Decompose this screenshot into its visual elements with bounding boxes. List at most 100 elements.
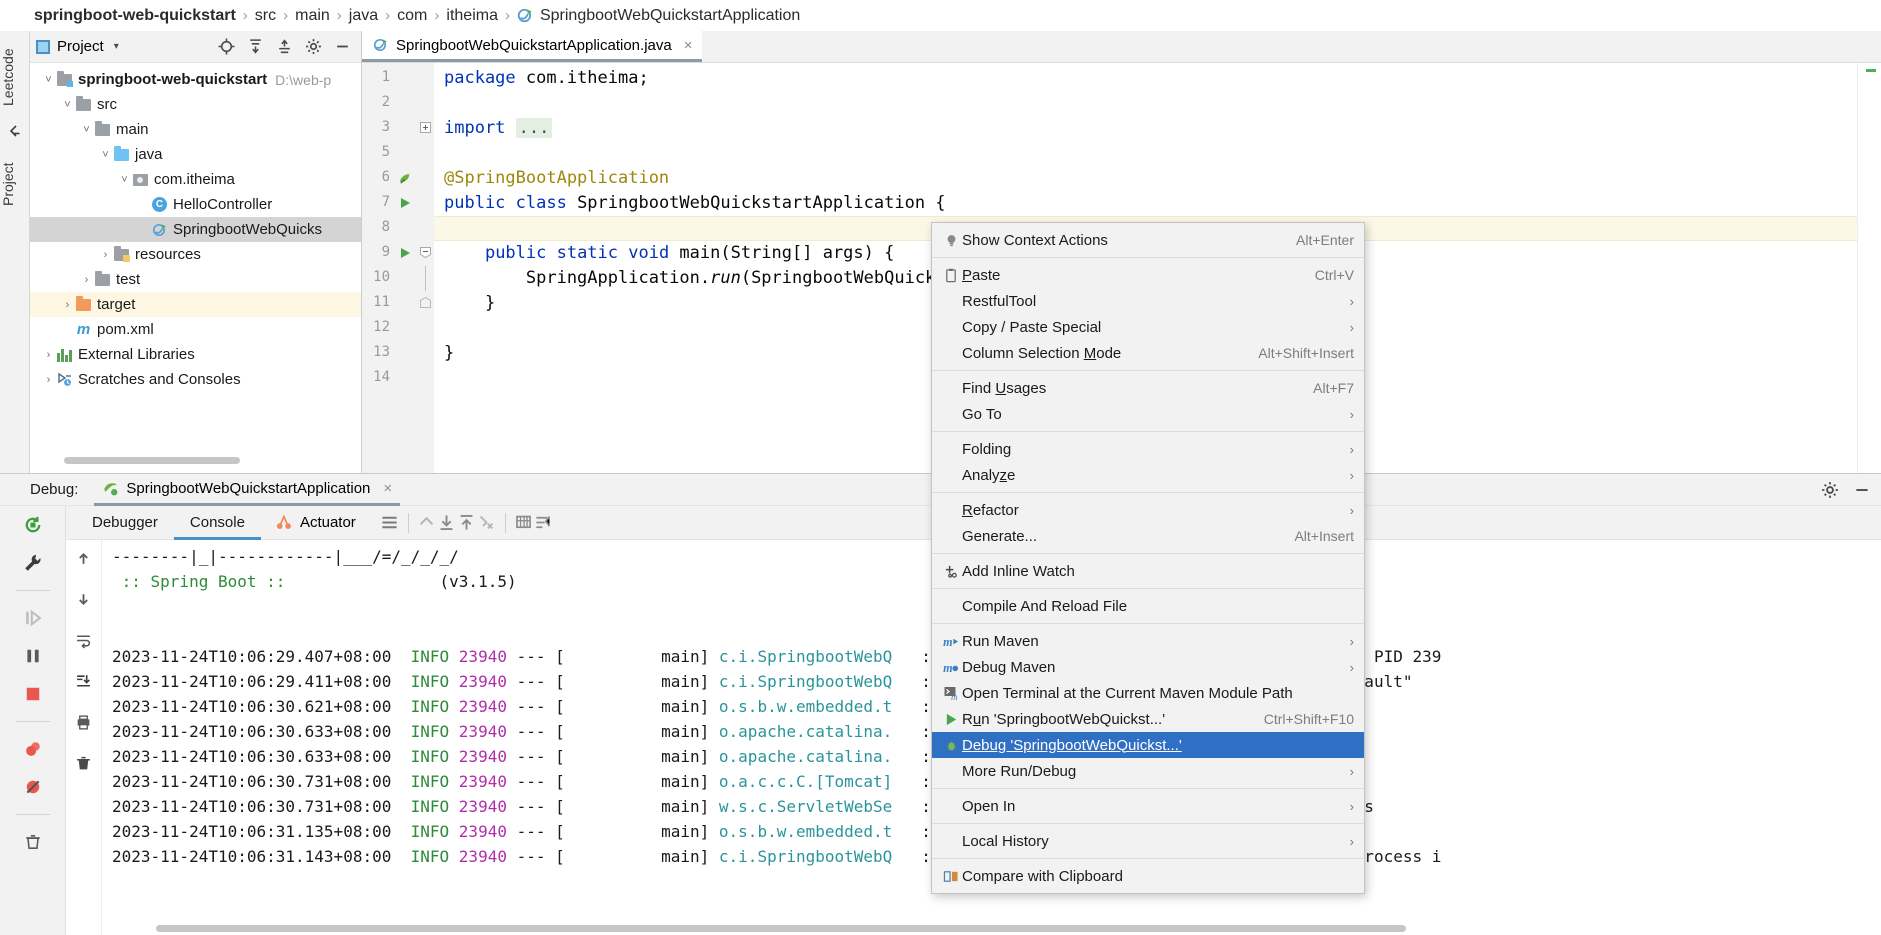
console-horizontal-scrollbar[interactable] [156, 925, 1406, 932]
menu-item[interactable]: RestfulTool › [932, 288, 1364, 314]
menu-item[interactable]: m Debug Maven › [932, 654, 1364, 680]
menu-item[interactable]: Column Selection Mode Alt+Shift+Insert [932, 340, 1364, 366]
menu-item[interactable]: Add Inline Watch [932, 558, 1364, 584]
project-tree-node[interactable]: ˅ com.itheima [30, 167, 361, 192]
close-icon[interactable]: × [383, 480, 392, 497]
resume-program-icon[interactable] [22, 607, 44, 629]
chevron-right-icon[interactable]: › [42, 374, 55, 386]
run-gutter-icon[interactable] [398, 246, 414, 262]
menu-item[interactable]: m Run Maven › [932, 628, 1364, 654]
breadcrumb-item-file[interactable]: SpringbootWebQuickstartApplication [517, 7, 800, 25]
chevron-right-icon[interactable]: › [99, 249, 112, 261]
project-tree-node[interactable]: › resources [30, 242, 361, 267]
view-breakpoints-icon[interactable] [22, 738, 44, 760]
menu-item[interactable]: Open In › [932, 793, 1364, 819]
rerun-icon[interactable] [22, 514, 44, 536]
gear-icon[interactable] [305, 38, 322, 55]
tab-console[interactable]: Console [173, 506, 261, 540]
menu-item[interactable]: Compare with Clipboard [932, 863, 1364, 889]
project-tree-node[interactable]: › External Libraries [30, 342, 361, 367]
project-tree-node[interactable]: › target [30, 292, 361, 317]
menu-item[interactable]: Compile And Reload File [932, 593, 1364, 619]
chevron-down-icon[interactable]: ˅ [99, 149, 112, 161]
pause-program-icon[interactable] [22, 645, 44, 667]
chevron-right-icon[interactable]: › [61, 299, 74, 311]
project-tree-node[interactable]: ˅ main [30, 117, 361, 142]
menu-item[interactable]: Folding › [932, 436, 1364, 462]
menu-item[interactable]: Run 'SpringbootWebQuickst...' Ctrl+Shift+… [932, 706, 1364, 732]
chevron-right-icon[interactable]: › [80, 274, 93, 286]
breadcrumb-item-main[interactable]: main [295, 7, 330, 25]
editor-gutter[interactable]: 1 2 3 5 6 7 8 9 10 11 12 13 14 [362, 63, 434, 473]
scroll-to-start-icon[interactable] [457, 513, 477, 533]
cancel-process-icon[interactable] [477, 513, 497, 533]
project-tree-node[interactable]: ˅ springboot-web-quickstart D:\web-p [30, 67, 361, 92]
code-folding-marker[interactable] [420, 122, 432, 136]
filter-icon[interactable] [534, 513, 554, 533]
step-up-icon[interactable] [75, 550, 92, 567]
scroll-to-end-icon[interactable] [437, 513, 457, 533]
menu-item[interactable]: Go To › [932, 401, 1364, 427]
code-folding-marker[interactable] [420, 297, 432, 311]
project-title-dropdown[interactable]: Project ▾ [36, 38, 119, 55]
chevron-down-icon[interactable]: ˅ [118, 174, 131, 186]
settings-gear-icon[interactable] [1821, 481, 1839, 499]
locate-target-icon[interactable] [218, 38, 235, 55]
trash-icon[interactable] [22, 831, 44, 853]
scroll-to-top-icon[interactable] [417, 513, 437, 533]
debug-session-tab[interactable]: SpringbootWebQuickstartApplication × [94, 474, 401, 506]
menu-item[interactable]: Analyze › [932, 462, 1364, 488]
expand-all-icon[interactable] [247, 38, 264, 55]
print-icon[interactable] [514, 513, 534, 533]
chevron-down-icon[interactable]: ˅ [80, 124, 93, 136]
step-down-icon[interactable] [75, 591, 92, 608]
chevron-down-icon[interactable]: ˅ [42, 74, 55, 86]
project-tree-node[interactable]: ˅ src [30, 92, 361, 117]
chevron-right-icon[interactable]: › [42, 349, 55, 361]
chevron-down-icon[interactable]: ˅ [61, 99, 74, 111]
run-gutter-icon[interactable] [398, 196, 414, 212]
tool-button-leetcode[interactable]: Leetcode [0, 37, 30, 117]
settings-wrench-icon[interactable] [22, 552, 44, 574]
tool-button-project[interactable]: Project [0, 149, 30, 219]
breadcrumb-item-com[interactable]: com [397, 7, 427, 25]
editor-context-menu[interactable]: Show Context Actions Alt+Enter Paste Ctrl+V… [931, 222, 1365, 894]
breadcrumb-item-project[interactable]: springboot-web-quickstart [34, 7, 236, 25]
close-icon[interactable]: × [684, 37, 693, 54]
print-console-icon[interactable] [75, 714, 92, 731]
tab-actuator[interactable]: Actuator [261, 513, 370, 532]
menu-item[interactable]: Copy / Paste Special › [932, 314, 1364, 340]
leetcode-icon[interactable] [6, 123, 24, 141]
project-horizontal-scrollbar[interactable] [64, 457, 240, 464]
menu-item[interactable]: Generate... Alt+Insert [932, 523, 1364, 549]
editor-tab-active[interactable]: SpringbootWebQuickstartApplication.java … [362, 31, 703, 62]
soft-wrap-icon[interactable] [380, 513, 400, 533]
menu-item[interactable]: Local History › [932, 828, 1364, 854]
code-folding-marker[interactable] [420, 266, 432, 291]
stop-icon[interactable] [22, 683, 44, 705]
menu-item[interactable]: Paste Ctrl+V [932, 262, 1364, 288]
soft-wrap-lines-icon[interactable] [75, 632, 92, 649]
spring-bean-gutter-icon[interactable] [398, 171, 414, 187]
menu-item[interactable]: Debug 'SpringbootWebQuickst...' [932, 732, 1364, 758]
project-tree-node[interactable]: SpringbootWebQuicks [30, 217, 361, 242]
menu-item[interactable]: Show Context Actions Alt+Enter [932, 227, 1364, 253]
project-tree-node[interactable]: m pom.xml [30, 317, 361, 342]
hide-panel-icon[interactable] [334, 38, 351, 55]
menu-item[interactable]: m Open Terminal at the Current Maven Modu… [932, 680, 1364, 706]
mute-breakpoints-icon[interactable] [22, 776, 44, 798]
breadcrumb-item-itheima[interactable]: itheima [446, 7, 498, 25]
hide-panel-icon[interactable] [1853, 481, 1871, 499]
project-tree-node[interactable]: ˅ java [30, 142, 361, 167]
project-tree-node[interactable]: C HelloController [30, 192, 361, 217]
tab-debugger[interactable]: Debugger [76, 506, 174, 540]
scroll-to-end-active-icon[interactable] [75, 673, 92, 690]
code-folding-marker[interactable] [420, 247, 432, 261]
breadcrumb-item-src[interactable]: src [255, 7, 276, 25]
breadcrumb-item-java[interactable]: java [349, 7, 378, 25]
collapse-all-icon[interactable] [276, 38, 293, 55]
project-tree-node[interactable]: › test [30, 267, 361, 292]
menu-item[interactable]: Refactor › [932, 497, 1364, 523]
project-tree-node[interactable]: › Scratches and Consoles [30, 367, 361, 392]
menu-item[interactable]: More Run/Debug › [932, 758, 1364, 784]
